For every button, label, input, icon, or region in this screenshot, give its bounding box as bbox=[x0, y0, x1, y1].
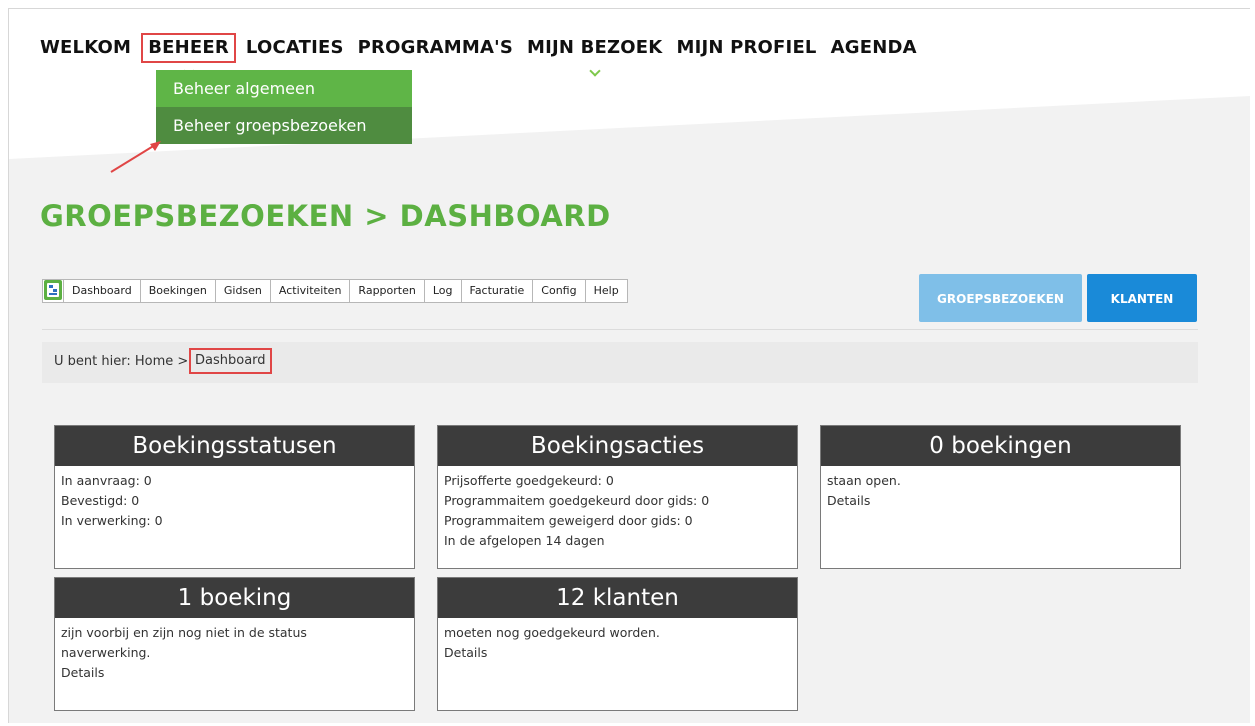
module-subnav: Dashboard Boekingen Gidsen Activiteiten … bbox=[42, 279, 628, 303]
annotation-arrow-icon bbox=[110, 141, 161, 173]
nav-agenda[interactable]: AGENDA bbox=[824, 34, 924, 62]
card-line: Programmaitem geweigerd door gids: 0 bbox=[444, 513, 693, 528]
card-body: staan open. Details bbox=[821, 466, 1180, 516]
card-title: 0 boekingen bbox=[821, 426, 1180, 466]
subnav-activiteiten[interactable]: Activiteiten bbox=[269, 280, 350, 302]
page-title: GROEPSBEZOEKEN > DASHBOARD bbox=[40, 199, 611, 233]
app-logo-icon[interactable] bbox=[44, 280, 62, 300]
card-title: 1 boeking bbox=[55, 578, 414, 618]
nav-mijn-profiel[interactable]: MIJN PROFIEL bbox=[669, 34, 823, 62]
nav-locaties[interactable]: LOCATIES bbox=[239, 34, 351, 62]
details-link[interactable]: Details bbox=[827, 491, 1174, 511]
breadcrumb: U bent hier: Home > Dashboard bbox=[42, 342, 1198, 383]
details-link[interactable]: Details bbox=[444, 643, 791, 663]
breadcrumb-current: Dashboard bbox=[189, 348, 272, 374]
card-boekingen-voorbij: 1 boeking zijn voorbij en zijn nog niet … bbox=[54, 577, 415, 711]
app-frame: WELKOM BEHEER LOCATIES PROGRAMMA'S MIJN … bbox=[8, 8, 1250, 723]
card-title: Boekingsstatusen bbox=[55, 426, 414, 466]
card-body: zijn voorbij en zijn nog niet in de stat… bbox=[55, 618, 414, 688]
breadcrumb-prefix: U bent hier: Home > bbox=[54, 354, 189, 369]
card-line: In de afgelopen 14 dagen bbox=[444, 533, 605, 548]
nav-beheer[interactable]: BEHEER bbox=[141, 33, 236, 77]
card-line: naverwerking. bbox=[61, 645, 151, 660]
card-line: zijn voorbij en zijn nog niet in de stat… bbox=[61, 625, 307, 640]
nav-programmas[interactable]: PROGRAMMA'S bbox=[351, 34, 520, 62]
nav-mijn-bezoek-label: MIJN BEZOEK bbox=[527, 37, 663, 58]
subnav-help[interactable]: Help bbox=[584, 280, 627, 302]
card-klanten: 12 klanten moeten nog goedgekeurd worden… bbox=[437, 577, 798, 711]
card-title: 12 klanten bbox=[438, 578, 797, 618]
subnav-log[interactable]: Log bbox=[423, 280, 461, 302]
subnav-rapporten[interactable]: Rapporten bbox=[349, 280, 423, 302]
card-body: moeten nog goedgekeurd worden. Details bbox=[438, 618, 797, 668]
dropdown-item-beheer-algemeen[interactable]: Beheer algemeen bbox=[156, 70, 412, 107]
card-line: In verwerking: 0 bbox=[61, 513, 163, 528]
divider bbox=[42, 329, 1198, 330]
subnav-boekingen[interactable]: Boekingen bbox=[139, 280, 215, 302]
card-title: Boekingsacties bbox=[438, 426, 797, 466]
card-line: moeten nog goedgekeurd worden. bbox=[444, 625, 660, 640]
subnav-dashboard[interactable]: Dashboard bbox=[63, 280, 140, 302]
details-link[interactable]: Details bbox=[61, 663, 408, 683]
nav-welkom[interactable]: WELKOM bbox=[40, 34, 138, 62]
nav-mijn-bezoek[interactable]: MIJN BEZOEK bbox=[520, 34, 669, 77]
card-open-boekingen: 0 boekingen staan open. Details bbox=[820, 425, 1181, 569]
card-boekingsacties: Boekingsacties Prijsofferte goedgekeurd:… bbox=[437, 425, 798, 569]
card-line: Programmaitem goedgekeurd door gids: 0 bbox=[444, 493, 710, 508]
subnav-facturatie[interactable]: Facturatie bbox=[460, 280, 533, 302]
card-body: In aanvraag: 0 Bevestigd: 0 In verwerkin… bbox=[55, 466, 414, 536]
main-nav: WELKOM BEHEER LOCATIES PROGRAMMA'S MIJN … bbox=[40, 33, 924, 77]
subnav-config[interactable]: Config bbox=[532, 280, 584, 302]
nav-beheer-label: BEHEER bbox=[148, 37, 229, 58]
card-boekingsstatusen: Boekingsstatusen In aanvraag: 0 Bevestig… bbox=[54, 425, 415, 569]
card-line: In aanvraag: 0 bbox=[61, 473, 152, 488]
subnav-gidsen[interactable]: Gidsen bbox=[214, 280, 270, 302]
dropdown-item-beheer-groepsbezoeken[interactable]: Beheer groepsbezoeken bbox=[156, 107, 412, 144]
card-line: staan open. bbox=[827, 473, 901, 488]
groepsbezoeken-button[interactable]: GROEPSBEZOEKEN bbox=[919, 274, 1082, 322]
klanten-button[interactable]: KLANTEN bbox=[1087, 274, 1197, 322]
card-line: Bevestigd: 0 bbox=[61, 493, 140, 508]
card-body: Prijsofferte goedgekeurd: 0 Programmaite… bbox=[438, 466, 797, 556]
card-line: Prijsofferte goedgekeurd: 0 bbox=[444, 473, 614, 488]
beheer-dropdown: Beheer algemeen Beheer groepsbezoeken bbox=[156, 70, 412, 144]
